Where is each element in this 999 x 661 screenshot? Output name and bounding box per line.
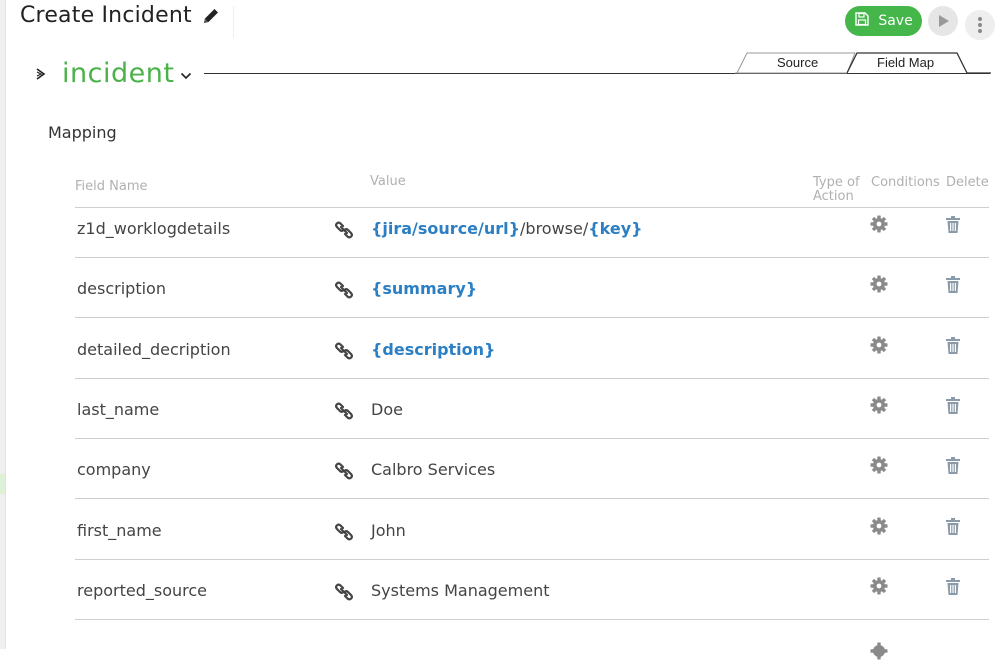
trash-icon[interactable] <box>945 456 961 475</box>
gear-icon[interactable] <box>869 335 889 355</box>
object-name[interactable]: incident <box>62 58 174 89</box>
field-value[interactable]: Calbro Services <box>371 460 495 479</box>
trash-icon[interactable] <box>945 396 961 415</box>
run-button[interactable] <box>928 6 958 36</box>
gear-icon[interactable] <box>869 274 889 294</box>
table-row: last_name Doe <box>75 379 989 439</box>
value-text: Doe <box>371 399 403 419</box>
left-rail <box>0 0 6 649</box>
field-name[interactable]: last_name <box>77 400 159 419</box>
table-row: description {summary} <box>75 258 989 319</box>
trash-icon[interactable] <box>945 215 961 234</box>
column-header-conditions: Conditions <box>871 175 940 190</box>
link-icon[interactable] <box>334 401 354 421</box>
field-value[interactable]: Systems Management <box>371 581 549 600</box>
value-token: {description} <box>371 339 496 359</box>
table-row: z1d_worklogdetails {jira/source/url}/brow… <box>75 198 989 258</box>
trash-icon[interactable] <box>945 517 961 536</box>
gear-icon[interactable] <box>869 395 889 415</box>
link-icon[interactable] <box>334 522 354 542</box>
object-selector[interactable]: incident <box>34 58 192 89</box>
link-icon[interactable] <box>334 220 354 240</box>
trash-icon[interactable] <box>945 577 961 596</box>
field-name[interactable]: z1d_worklogdetails <box>77 219 230 238</box>
table-row: first_name John <box>75 500 989 560</box>
pencil-icon[interactable] <box>202 7 220 25</box>
field-value[interactable]: {description} <box>371 340 495 359</box>
chevron-right-icon[interactable] <box>34 67 48 81</box>
gear-icon[interactable] <box>869 576 889 596</box>
title-divider <box>233 6 234 38</box>
gear-icon[interactable] <box>869 455 889 475</box>
table-row: company Calbro Services <box>75 439 989 500</box>
trash-icon[interactable] <box>945 275 961 294</box>
title-bar: Create Incident <box>20 3 220 28</box>
field-name[interactable]: reported_source <box>77 581 207 600</box>
trash-icon[interactable] <box>945 336 961 355</box>
play-icon <box>939 15 949 27</box>
field-value[interactable]: {jira/source/url}/browse/{key} <box>371 219 643 238</box>
more-options-button[interactable] <box>965 10 995 40</box>
tab-strip <box>735 52 991 74</box>
value-text: /browse/ <box>520 219 589 238</box>
value-text: John <box>371 520 406 540</box>
field-value[interactable]: John <box>371 521 406 540</box>
floppy-icon <box>854 11 870 31</box>
gear-icon[interactable] <box>869 516 889 536</box>
value-token: {key} <box>588 219 643 238</box>
link-icon[interactable] <box>334 461 354 481</box>
page-title: Create Incident <box>20 3 192 28</box>
chevron-down-icon[interactable] <box>180 70 192 82</box>
vertical-ellipsis-icon <box>978 17 982 33</box>
column-header-delete: Delete <box>946 175 989 190</box>
table-row: detailed_decription {description} <box>75 319 989 379</box>
value-text: Calbro Services <box>371 460 496 480</box>
value-token: {jira/source/url} <box>371 219 521 238</box>
save-button[interactable]: Save <box>845 6 922 36</box>
field-value[interactable]: {summary} <box>371 279 477 298</box>
save-label: Save <box>878 13 913 29</box>
link-icon[interactable] <box>334 582 354 602</box>
section-title: Mapping <box>48 123 117 142</box>
field-name[interactable]: detailed_decription <box>77 340 231 359</box>
column-header-value: Value <box>370 174 406 189</box>
value-token: {summary} <box>371 279 478 299</box>
field-value[interactable]: Doe <box>371 400 403 419</box>
gear-icon[interactable] <box>869 641 889 661</box>
gear-icon[interactable] <box>869 214 889 234</box>
link-icon[interactable] <box>334 280 354 300</box>
tab-field-map[interactable]: Field Map <box>877 55 934 70</box>
field-name[interactable]: company <box>77 460 151 479</box>
value-text: Systems Management <box>371 580 550 600</box>
table-row: reported_source Systems Management <box>75 560 989 620</box>
tab-source[interactable]: Source <box>777 55 818 70</box>
column-header-field-name: Field Name <box>75 179 148 194</box>
row-divider <box>75 618 989 620</box>
link-icon[interactable] <box>334 341 354 361</box>
field-name[interactable]: first_name <box>77 521 162 540</box>
field-name[interactable]: description <box>77 279 166 298</box>
left-rail-accent <box>0 474 5 494</box>
